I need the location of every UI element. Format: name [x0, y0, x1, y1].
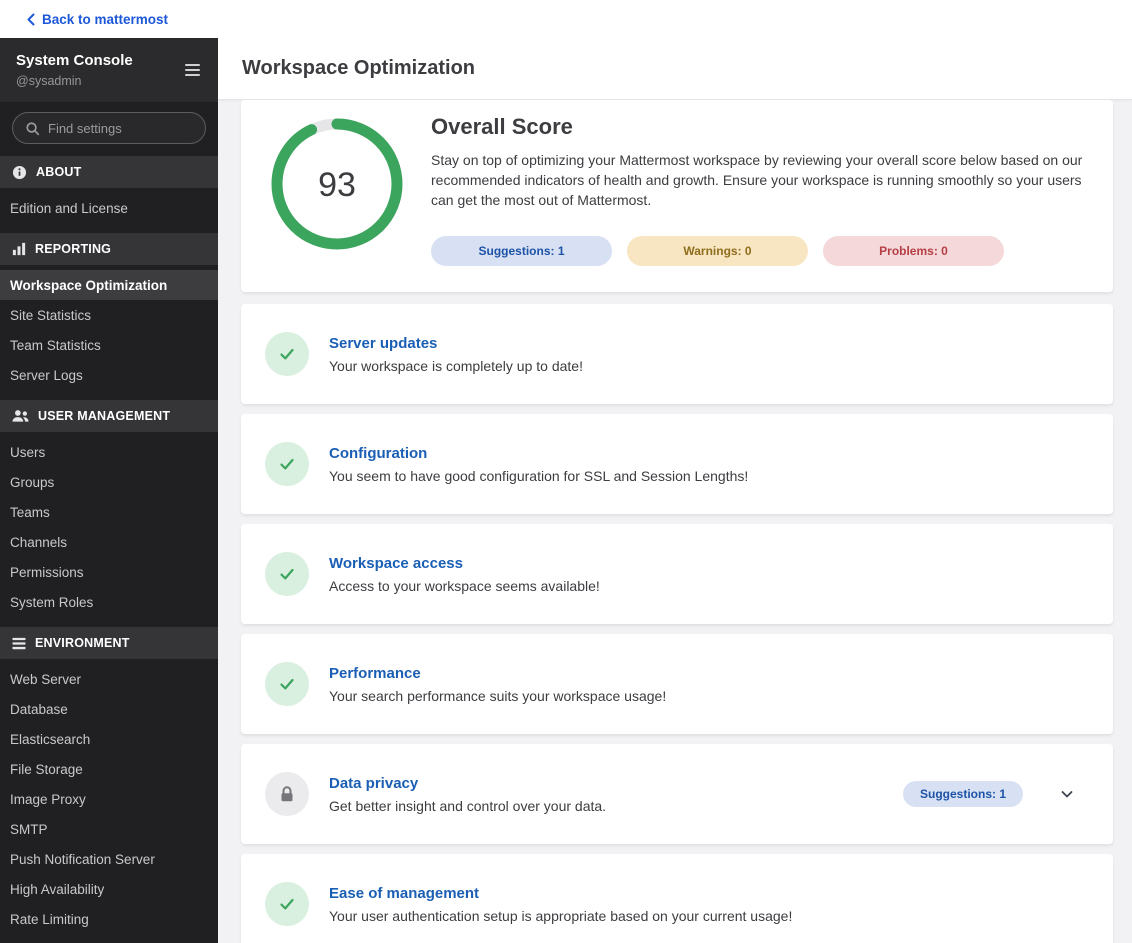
cards-list: Server updates Your workspace is complet…: [241, 304, 1113, 943]
card-title-link[interactable]: Workspace access: [329, 555, 1089, 572]
sidebar: System Console @sysadmin ABOUT Edition a…: [0, 38, 224, 943]
card-title-link[interactable]: Data privacy: [329, 775, 903, 792]
sidebar-item-file-storage[interactable]: File Storage: [0, 754, 218, 784]
warnings-chip: Warnings: 0: [627, 236, 808, 266]
sidebar-header: System Console @sysadmin: [0, 38, 218, 102]
users-icon: [12, 409, 29, 423]
card-title-link[interactable]: Ease of management: [329, 885, 1089, 902]
lock-icon: [265, 772, 309, 816]
sidebar-item-rate-limiting[interactable]: Rate Limiting: [0, 904, 218, 934]
chart-icon: [12, 242, 26, 256]
card-description: Get better insight and control over your…: [329, 797, 607, 814]
sidebar-item-push-notification-server[interactable]: Push Notification Server: [0, 844, 218, 874]
card-title-link[interactable]: Performance: [329, 665, 1089, 682]
sidebar-item-elasticsearch[interactable]: Elasticsearch: [0, 724, 218, 754]
info-icon: [12, 165, 27, 180]
sidebar-item-channels[interactable]: Channels: [0, 527, 218, 557]
suggestions-chip: Suggestions: 1: [902, 781, 1023, 807]
problems-chip: Problems: 0: [823, 236, 1004, 266]
overall-score-title: Overall Score: [431, 114, 573, 139]
sidebar-item-high-availability[interactable]: High Availability: [0, 874, 218, 904]
score-chips: Suggestions: 1 Warnings: 0 Problems: 0: [431, 236, 1089, 266]
check-icon: [265, 882, 309, 926]
sidebar-section-header: ENVIRONMENT: [0, 627, 218, 659]
search-icon: [25, 121, 40, 136]
main-header: Workspace Optimization: [218, 38, 1132, 100]
search-input[interactable]: [48, 120, 224, 136]
card-description: Your search performance suits your works…: [329, 687, 667, 704]
card-description: You seem to have good configuration for …: [329, 467, 749, 484]
card-description: Your user authentication setup is approp…: [329, 907, 793, 924]
environment-icon: [12, 637, 26, 650]
sidebar-item-permissions[interactable]: Permissions: [0, 557, 218, 587]
menu-icon[interactable]: [181, 60, 204, 80]
sidebar-section: ENVIRONMENT Web Server Database Elastics…: [0, 627, 218, 934]
settings-search[interactable]: [12, 112, 224, 144]
sidebar-section-header: ABOUT: [0, 156, 218, 188]
page-title: Workspace Optimization: [242, 57, 476, 79]
card-server-updates: Server updates Your workspace is complet…: [241, 304, 1113, 404]
chevron-left-icon: [27, 13, 35, 26]
check-icon: [265, 662, 309, 706]
card-title-link[interactable]: Server updates: [329, 335, 1089, 352]
card-description: Access to your workspace seems available…: [329, 577, 600, 594]
back-to-mattermost-link[interactable]: Back to mattermost: [27, 12, 168, 27]
content-area: 93 Overall Score Stay on top of optimizi…: [218, 100, 1132, 943]
score-ring: 93: [269, 116, 405, 252]
suggestions-chip: Suggestions: 1: [431, 236, 612, 266]
check-icon: [265, 442, 309, 486]
card-workspace-access: Workspace access Access to your workspac…: [241, 524, 1113, 624]
main-panel: Workspace Optimization 93 Overall Score …: [218, 38, 1132, 943]
check-icon: [265, 552, 309, 596]
sidebar-nav: ABOUT Edition and License REPORTING Work…: [0, 146, 218, 943]
topbar: Back to mattermost: [0, 0, 1132, 38]
overall-score-description: Stay on top of optimizing your Mattermos…: [431, 152, 1083, 208]
card-ease-of-management: Ease of management Your user authenticat…: [241, 854, 1113, 943]
overall-score-card: 93 Overall Score Stay on top of optimizi…: [241, 100, 1113, 292]
sidebar-item-team-statistics[interactable]: Team Statistics: [0, 330, 218, 360]
sidebar-item-web-server[interactable]: Web Server: [0, 664, 218, 694]
sidebar-item-smtp[interactable]: SMTP: [0, 814, 218, 844]
sidebar-item-server-logs[interactable]: Server Logs: [0, 360, 218, 390]
console-title: System Console: [16, 52, 133, 69]
sidebar-item-workspace-optimization[interactable]: Workspace Optimization: [0, 270, 218, 300]
sidebar-section-header: REPORTING: [0, 233, 218, 265]
console-user: @sysadmin: [16, 74, 82, 88]
sidebar-section: ABOUT Edition and License: [0, 156, 218, 223]
card-description: Your workspace is completely up to date!: [329, 357, 583, 374]
sidebar-item-system-roles[interactable]: System Roles: [0, 587, 218, 617]
sidebar-item-edition-and-license[interactable]: Edition and License: [0, 193, 218, 223]
sidebar-item-groups[interactable]: Groups: [0, 467, 218, 497]
card-configuration: Configuration You seem to have good conf…: [241, 414, 1113, 514]
sidebar-section: REPORTING Workspace Optimization Site St…: [0, 233, 218, 390]
sidebar-item-teams[interactable]: Teams: [0, 497, 218, 527]
sidebar-item-image-proxy[interactable]: Image Proxy: [0, 784, 218, 814]
sidebar-item-users[interactable]: Users: [0, 437, 218, 467]
sidebar-section: USER MANAGEMENT Users Groups Teams Chann…: [0, 400, 218, 617]
card-data-privacy: Data privacy Get better insight and cont…: [241, 744, 1113, 844]
card-performance: Performance Your search performance suit…: [241, 634, 1113, 734]
check-icon: [265, 332, 309, 376]
score-value: 93: [318, 166, 356, 204]
sidebar-item-site-statistics[interactable]: Site Statistics: [0, 300, 218, 330]
back-link-label: Back to mattermost: [42, 11, 169, 27]
card-title-link[interactable]: Configuration: [329, 445, 1089, 462]
sidebar-section-header: USER MANAGEMENT: [0, 400, 218, 432]
sidebar-item-database[interactable]: Database: [0, 694, 218, 724]
chevron-down-icon[interactable]: [1059, 786, 1075, 802]
